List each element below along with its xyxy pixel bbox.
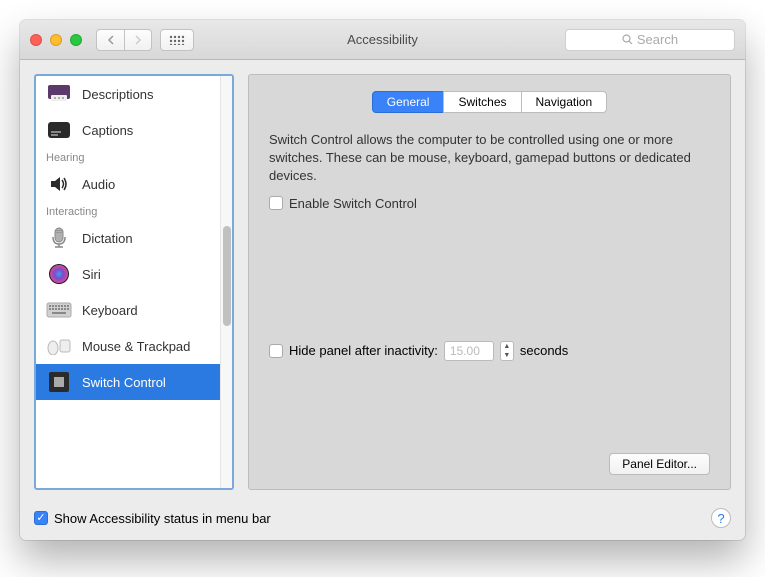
hide-panel-checkbox[interactable] — [269, 344, 283, 358]
nav-buttons — [96, 29, 152, 51]
switch-control-icon — [46, 371, 72, 393]
panel-editor-button[interactable]: Panel Editor... — [609, 453, 710, 475]
tab-switches[interactable]: Switches — [443, 91, 521, 113]
dictation-icon — [46, 227, 72, 249]
zoom-button[interactable] — [70, 34, 82, 46]
captions-icon — [46, 119, 72, 141]
seconds-label: seconds — [520, 343, 568, 358]
sidebar-item-label: Captions — [82, 123, 133, 138]
search-field[interactable]: Search — [565, 29, 735, 51]
sidebar-item-label: Keyboard — [82, 303, 138, 318]
tab-general[interactable]: General — [372, 91, 445, 113]
sidebar-item-label: Switch Control — [82, 375, 166, 390]
section-hearing: Hearing — [36, 148, 220, 166]
scrollbar[interactable] — [220, 76, 232, 488]
traffic-lights — [30, 34, 82, 46]
sidebar-item-label: Dictation — [82, 231, 133, 246]
show-status-checkbox[interactable] — [34, 511, 48, 525]
siri-icon — [46, 263, 72, 285]
sidebar-item-keyboard[interactable]: Keyboard — [36, 292, 220, 328]
sidebar-item-label: Mouse & Trackpad — [82, 339, 190, 354]
inactivity-stepper[interactable]: ▲ ▼ — [500, 341, 514, 361]
show-status-label: Show Accessibility status in menu bar — [54, 511, 271, 526]
sidebar-item-dictation[interactable]: Dictation — [36, 220, 220, 256]
sidebar-item-label: Siri — [82, 267, 101, 282]
search-placeholder: Search — [637, 32, 678, 47]
hide-panel-row: Hide panel after inactivity: 15.00 ▲ ▼ s… — [269, 341, 710, 361]
sidebar-item-switch-control[interactable]: Switch Control — [36, 364, 220, 400]
enable-switch-control-checkbox[interactable] — [269, 196, 283, 210]
close-button[interactable] — [30, 34, 42, 46]
stepper-down-icon: ▼ — [501, 351, 513, 360]
forward-button[interactable] — [124, 29, 152, 51]
scrollbar-thumb[interactable] — [223, 226, 231, 326]
tab-control: General Switches Navigation — [269, 91, 710, 113]
back-button[interactable] — [96, 29, 124, 51]
sidebar-item-mouse-trackpad[interactable]: Mouse & Trackpad — [36, 328, 220, 364]
sidebar: Descriptions Captions Hearing Audio Inte… — [34, 74, 234, 490]
sidebar-item-captions[interactable]: Captions — [36, 112, 220, 148]
sidebar-item-audio[interactable]: Audio — [36, 166, 220, 202]
show-all-button[interactable] — [160, 29, 194, 51]
footer: Show Accessibility status in menu bar ? — [20, 500, 745, 540]
tab-navigation[interactable]: Navigation — [521, 91, 608, 113]
sidebar-item-siri[interactable]: Siri — [36, 256, 220, 292]
sidebar-item-label: Descriptions — [82, 87, 154, 102]
mouse-trackpad-icon — [46, 335, 72, 357]
main-panel: General Switches Navigation Switch Contr… — [248, 74, 731, 490]
minimize-button[interactable] — [50, 34, 62, 46]
preferences-window: Accessibility Search Descriptions Captio — [20, 20, 745, 540]
titlebar: Accessibility Search — [20, 20, 745, 60]
keyboard-icon — [46, 299, 72, 321]
description-text: Switch Control allows the computer to be… — [269, 131, 710, 186]
sidebar-item-label: Audio — [82, 177, 115, 192]
sidebar-item-descriptions[interactable]: Descriptions — [36, 76, 220, 112]
inactivity-seconds-field[interactable]: 15.00 — [444, 341, 494, 361]
content-area: Descriptions Captions Hearing Audio Inte… — [20, 60, 745, 500]
audio-icon — [46, 173, 72, 195]
stepper-up-icon: ▲ — [501, 342, 513, 351]
enable-switch-control-row: Enable Switch Control — [269, 196, 710, 211]
descriptions-icon — [46, 83, 72, 105]
hide-panel-label: Hide panel after inactivity: — [289, 343, 438, 358]
enable-switch-control-label: Enable Switch Control — [289, 196, 417, 211]
help-button[interactable]: ? — [711, 508, 731, 528]
section-interacting: Interacting — [36, 202, 220, 220]
